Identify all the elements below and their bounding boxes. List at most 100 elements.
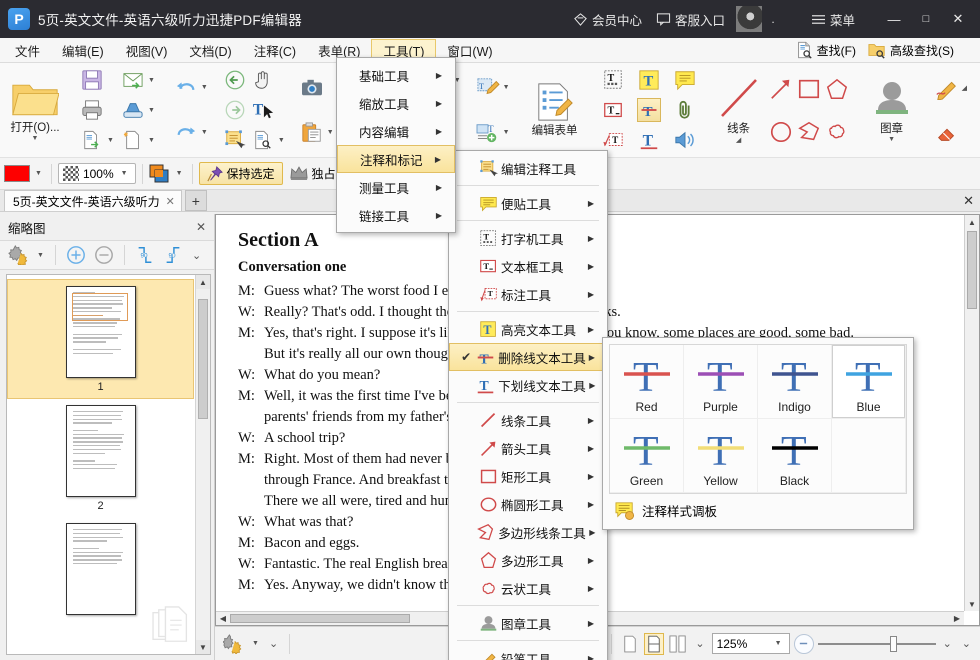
zoom-level-select[interactable]: 125% ▼ bbox=[712, 633, 790, 654]
page-scroll-up-icon[interactable]: ▲ bbox=[965, 215, 979, 229]
menu-item-rectangle[interactable]: 矩形工具 ▶ bbox=[449, 462, 607, 490]
rotate-cw-90-icon[interactable]: 90 bbox=[161, 243, 185, 267]
ellipse-tool-button[interactable] bbox=[767, 120, 795, 144]
menu-document[interactable]: 文档(D) bbox=[178, 38, 242, 62]
line-caret-icon[interactable]: ◢ bbox=[733, 136, 744, 144]
tools-menu-item-measure[interactable]: 测量工具 ▶ bbox=[337, 173, 455, 201]
document-tab-close-icon[interactable]: ✕ bbox=[166, 195, 175, 208]
pencil-caret-icon[interactable]: ◢ bbox=[959, 84, 970, 92]
stamp-button[interactable]: 图章 ▼ bbox=[863, 65, 921, 155]
stroke-color-swatch[interactable] bbox=[4, 165, 30, 182]
menu-comment[interactable]: 注释(C) bbox=[243, 38, 307, 62]
tools-menu-item-annotation[interactable]: 注释和标记 ▶ bbox=[337, 145, 455, 173]
new-file-button[interactable]: ▼ bbox=[119, 128, 160, 152]
menu-item-cloud[interactable]: 云状工具 ▶ bbox=[449, 574, 607, 602]
menu-item-polygon[interactable]: 多边形工具 ▶ bbox=[449, 546, 607, 574]
undo-button[interactable]: ▼ bbox=[172, 76, 213, 100]
find-button[interactable]: 查找(F) bbox=[790, 40, 860, 60]
annotation-style-palette-button[interactable]: 注释样式调板 bbox=[609, 494, 907, 523]
edit-annotation-tool-button[interactable] bbox=[221, 128, 249, 152]
opacity-caret-icon[interactable]: ▼ bbox=[118, 170, 131, 177]
typewriter-button[interactable]: T bbox=[599, 68, 627, 92]
facing-page-mode-button[interactable] bbox=[668, 633, 688, 655]
edit-text-caret-icon[interactable]: ▼ bbox=[500, 84, 513, 91]
hand-tool-button[interactable] bbox=[249, 68, 290, 92]
thumbnail-zoom-out-icon[interactable] bbox=[92, 243, 116, 267]
menu-item-ellipse[interactable]: 椭圆形工具 ▶ bbox=[449, 490, 607, 518]
arrow-tool-button[interactable] bbox=[767, 77, 795, 101]
thumbnail-scrollbar[interactable]: ▲ ▼ bbox=[195, 275, 210, 654]
line-tool-button[interactable]: 线条 ◢ bbox=[711, 65, 767, 155]
menu-item-text-box[interactable]: T 文本框工具 ▶ bbox=[449, 252, 607, 280]
open-caret-icon[interactable]: ▼ bbox=[29, 135, 42, 142]
scroll-up-icon[interactable]: ▲ bbox=[196, 275, 210, 289]
attachment-button[interactable] bbox=[671, 98, 699, 122]
thumbnail-page-3[interactable] bbox=[7, 517, 194, 617]
thumbnail-page-2[interactable]: 2 bbox=[7, 399, 194, 517]
new-file-caret-icon[interactable]: ▼ bbox=[145, 137, 158, 144]
tools-menu-item-zoom[interactable]: 缩放工具 ▶ bbox=[337, 89, 455, 117]
rectangle-tool-button[interactable] bbox=[795, 77, 823, 101]
snapshot-file-button[interactable]: ▼ bbox=[249, 128, 290, 152]
redo-button[interactable]: ▼ bbox=[172, 121, 213, 145]
maximize-button[interactable]: □ bbox=[910, 4, 942, 34]
redo-caret-icon[interactable]: ▼ bbox=[198, 129, 211, 136]
camera-button[interactable] bbox=[298, 76, 339, 100]
sound-button[interactable] bbox=[671, 128, 699, 152]
color-option-indigo[interactable]: T Indigo bbox=[758, 345, 832, 419]
scroll-down-icon[interactable]: ▼ bbox=[196, 640, 210, 654]
menu-item-polyline[interactable]: 多边形线条工具 ▶ bbox=[449, 518, 607, 546]
status-expand-icon[interactable]: ⌄ bbox=[959, 637, 974, 650]
thumbnail-settings-caret-icon[interactable]: ▼ bbox=[34, 252, 47, 259]
zoom-select-caret-icon[interactable]: ▼ bbox=[772, 640, 785, 647]
menu-item-typewriter[interactable]: T 打字机工具 ▶ bbox=[449, 224, 607, 252]
stamp-caret-icon[interactable]: ▼ bbox=[885, 136, 898, 143]
eraser-tool-button[interactable] bbox=[933, 121, 972, 145]
menu-item-pencil[interactable]: 铅笔工具 ▶ bbox=[449, 644, 607, 660]
menu-item-strikeout-text[interactable]: ✔ T 删除线文本工具 ▶ bbox=[449, 343, 607, 371]
zoom-slider-knob[interactable] bbox=[890, 636, 897, 652]
save-as-button[interactable]: ▼ bbox=[78, 128, 119, 152]
status-settings-icon[interactable] bbox=[221, 632, 245, 656]
thumbnail-page-1[interactable]: 1 bbox=[7, 279, 194, 399]
page-scroll-down-icon[interactable]: ▼ bbox=[965, 597, 979, 611]
support-button[interactable]: 客服入口 bbox=[649, 7, 732, 32]
save-button[interactable] bbox=[78, 68, 119, 92]
tools-menu-item-link[interactable]: 链接工具 ▶ bbox=[337, 201, 455, 229]
menu-view[interactable]: 视图(V) bbox=[115, 38, 179, 62]
status-settings-caret-icon[interactable]: ▼ bbox=[249, 640, 262, 647]
stroke-color-caret-icon[interactable]: ▼ bbox=[32, 170, 45, 177]
polygon-tool-button[interactable] bbox=[823, 77, 851, 101]
zoom-out-button[interactable] bbox=[794, 634, 814, 654]
tools-menu-item-content-edit[interactable]: 内容编辑 ▶ bbox=[337, 117, 455, 145]
menu-item-line[interactable]: 线条工具 ▶ bbox=[449, 406, 607, 434]
sticky-note-button[interactable] bbox=[671, 68, 699, 92]
thumbnail-more-icon[interactable]: ⌄ bbox=[189, 249, 204, 262]
email-button[interactable]: ▼ bbox=[119, 68, 160, 92]
doc-search-caret-icon[interactable]: ▼ bbox=[275, 137, 288, 144]
zoom-slider[interactable] bbox=[818, 635, 936, 653]
keep-selected-toggle[interactable]: 保持选定 bbox=[199, 162, 283, 185]
add-tab-button[interactable]: + bbox=[185, 190, 207, 211]
pencil-tool-button[interactable]: ◢ bbox=[933, 76, 972, 100]
color-option-yellow[interactable]: T Yellow bbox=[684, 419, 758, 493]
menu-item-highlight-text[interactable]: T 高亮文本工具 ▶ bbox=[449, 315, 607, 343]
single-page-mode-button[interactable] bbox=[620, 633, 640, 655]
cloud-tool-button[interactable] bbox=[823, 120, 851, 144]
avatar[interactable] bbox=[736, 6, 762, 32]
thumbnail-zoom-in-icon[interactable] bbox=[64, 243, 88, 267]
color-option-blue[interactable]: T Blue bbox=[832, 345, 906, 419]
document-tab[interactable]: 5页-英文文件-英语六级听力 ✕ bbox=[4, 190, 182, 211]
color-option-red[interactable]: T Red bbox=[610, 345, 684, 419]
zoom-more-icon[interactable]: ⌄ bbox=[940, 637, 955, 650]
next-view-button[interactable] bbox=[221, 98, 249, 122]
color-option-purple[interactable]: T Purple bbox=[684, 345, 758, 419]
main-menu-button[interactable]: 菜单 bbox=[804, 7, 862, 32]
menu-item-sticky-note[interactable]: 便贴工具 ▶ bbox=[449, 189, 607, 217]
thumbnail-panel-close-icon[interactable]: ✕ bbox=[196, 220, 206, 234]
menu-item-stamp[interactable]: 图章工具 ▶ bbox=[449, 609, 607, 637]
underline-text-button[interactable]: T bbox=[635, 128, 663, 152]
menu-edit[interactable]: 编辑(E) bbox=[51, 38, 115, 62]
paste-button[interactable]: ▼ bbox=[298, 121, 339, 145]
color-option-black[interactable]: T Black bbox=[758, 419, 832, 493]
